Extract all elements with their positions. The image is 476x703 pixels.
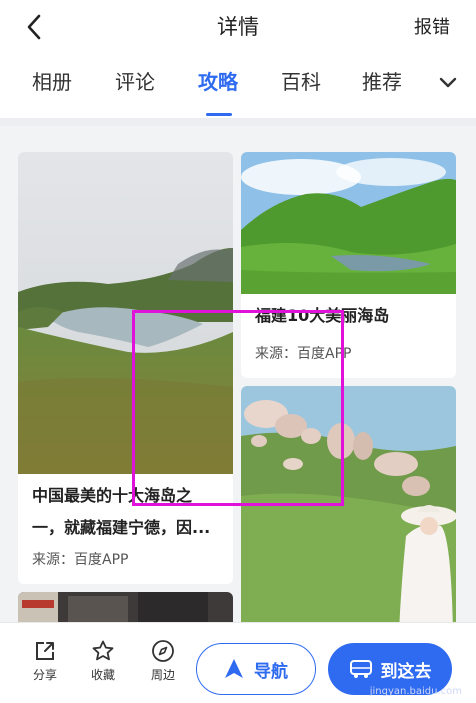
- bottom-action-bar: 分享 收藏 周边 导航 到这去 jingyan.baidu.com: [0, 622, 476, 703]
- favorite-button[interactable]: 收藏: [80, 639, 126, 683]
- report-button[interactable]: 报错: [414, 14, 450, 42]
- guide-card[interactable]: 中国最美的十大海岛之 一，就藏福建宁德，因... 来源：百度APP: [18, 152, 233, 584]
- tab-encyclopedia[interactable]: 百科: [281, 68, 321, 96]
- section-divider: [0, 118, 476, 126]
- guide-card[interactable]: 福建10大美丽海岛 来源：百度APP: [241, 152, 456, 378]
- card-title: 福建10大美丽海岛: [255, 306, 390, 325]
- tab-recommend[interactable]: 推荐: [362, 68, 402, 96]
- nearby-label: 周边: [150, 668, 175, 682]
- share-button[interactable]: 分享: [22, 639, 68, 683]
- go-here-label: 到这去: [380, 661, 432, 682]
- nearby-button[interactable]: 周边: [140, 639, 186, 683]
- card-source: 来源：百度APP: [255, 346, 352, 362]
- star-icon: [92, 640, 114, 661]
- card-title-line2: 一，就藏福建宁德，因...: [32, 518, 211, 537]
- favorite-label: 收藏: [90, 668, 115, 682]
- share-label: 分享: [32, 668, 57, 682]
- tab-guides[interactable]: 攻略: [198, 68, 238, 96]
- tab-bar: 相册 评论 攻略 百科 推荐: [0, 56, 476, 118]
- compass-icon: [152, 640, 174, 662]
- navigate-label: 导航: [254, 661, 288, 682]
- share-icon: [36, 642, 54, 660]
- navigation-arrow-icon: [225, 659, 243, 678]
- navigate-button[interactable]: 导航: [196, 643, 316, 695]
- lake-photo: [18, 152, 233, 474]
- rocks-photo: [241, 386, 456, 632]
- grassland-photo: [241, 152, 456, 294]
- guide-card[interactable]: [241, 386, 456, 632]
- tab-comments[interactable]: 评论: [115, 68, 155, 96]
- top-bar: 详情 报错: [0, 0, 476, 56]
- chevron-down-icon[interactable]: [436, 70, 460, 94]
- tab-album[interactable]: 相册: [32, 68, 72, 96]
- page-title: 详情: [217, 15, 259, 39]
- bus-icon: [349, 660, 372, 678]
- watermark: jingyan.baidu.com: [369, 686, 462, 697]
- card-source: 来源：百度APP: [32, 552, 129, 568]
- card-title-line1: 中国最美的十大海岛之: [32, 486, 193, 505]
- active-tab-indicator: [206, 113, 232, 116]
